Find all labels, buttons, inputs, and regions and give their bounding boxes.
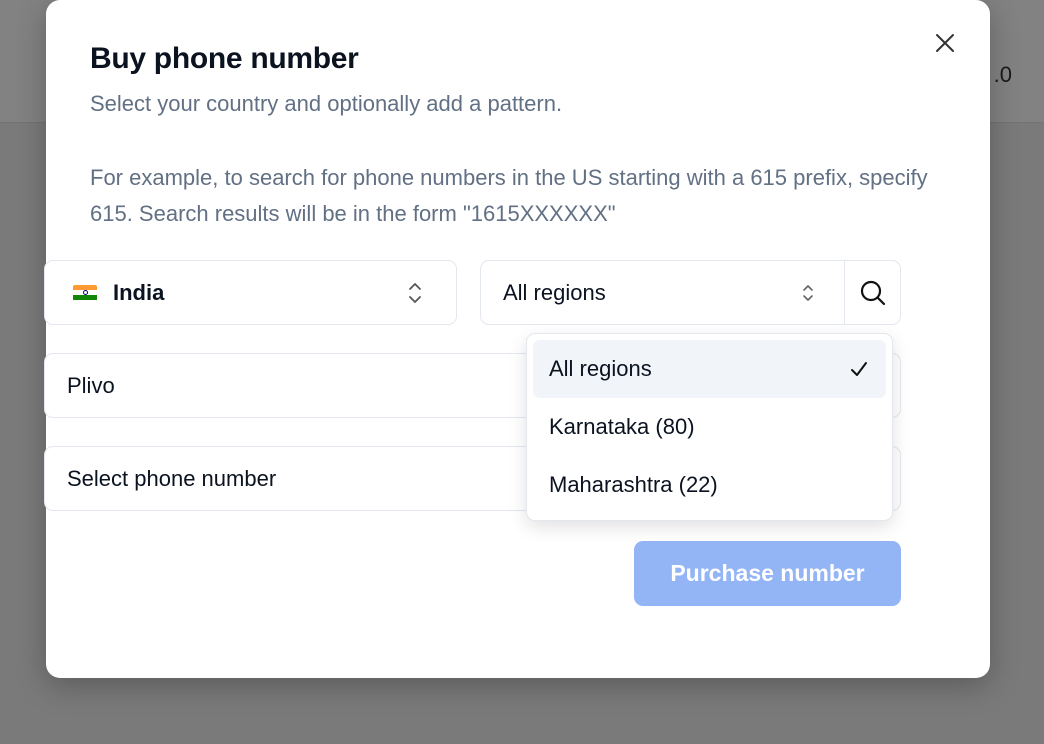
search-icon — [860, 280, 885, 305]
example-help-text: For example, to search for phone numbers… — [90, 165, 928, 226]
country-select-value: India — [113, 279, 165, 305]
close-button[interactable] — [932, 30, 958, 56]
region-option-label: Karnataka (80) — [549, 414, 695, 439]
india-flag-icon — [73, 284, 97, 301]
region-select[interactable]: All regions — [480, 260, 846, 325]
chevron-up-down-icon — [404, 280, 426, 306]
country-select[interactable]: India — [44, 260, 457, 325]
background-header-value: .0 — [993, 62, 1012, 87]
dialog-title: Buy phone number — [90, 42, 359, 75]
region-option-karnataka[interactable]: Karnataka (80) — [533, 398, 886, 456]
chevron-up-down-icon — [797, 280, 819, 306]
region-option-all[interactable]: All regions — [533, 340, 886, 398]
region-select-value: All regions — [503, 279, 606, 305]
purchase-number-button[interactable]: Purchase number — [634, 541, 901, 606]
region-dropdown: All regions Karnataka (80) Maharashtra (… — [526, 333, 893, 521]
region-option-label: All regions — [549, 356, 652, 381]
region-option-maharashtra[interactable]: Maharashtra (22) — [533, 456, 886, 514]
dialog-subtitle: Select your country and optionally add a… — [90, 91, 563, 116]
search-button[interactable] — [844, 260, 901, 325]
close-icon — [936, 34, 954, 52]
checkmark-icon — [848, 358, 870, 380]
region-option-label: Maharashtra (22) — [549, 472, 718, 497]
